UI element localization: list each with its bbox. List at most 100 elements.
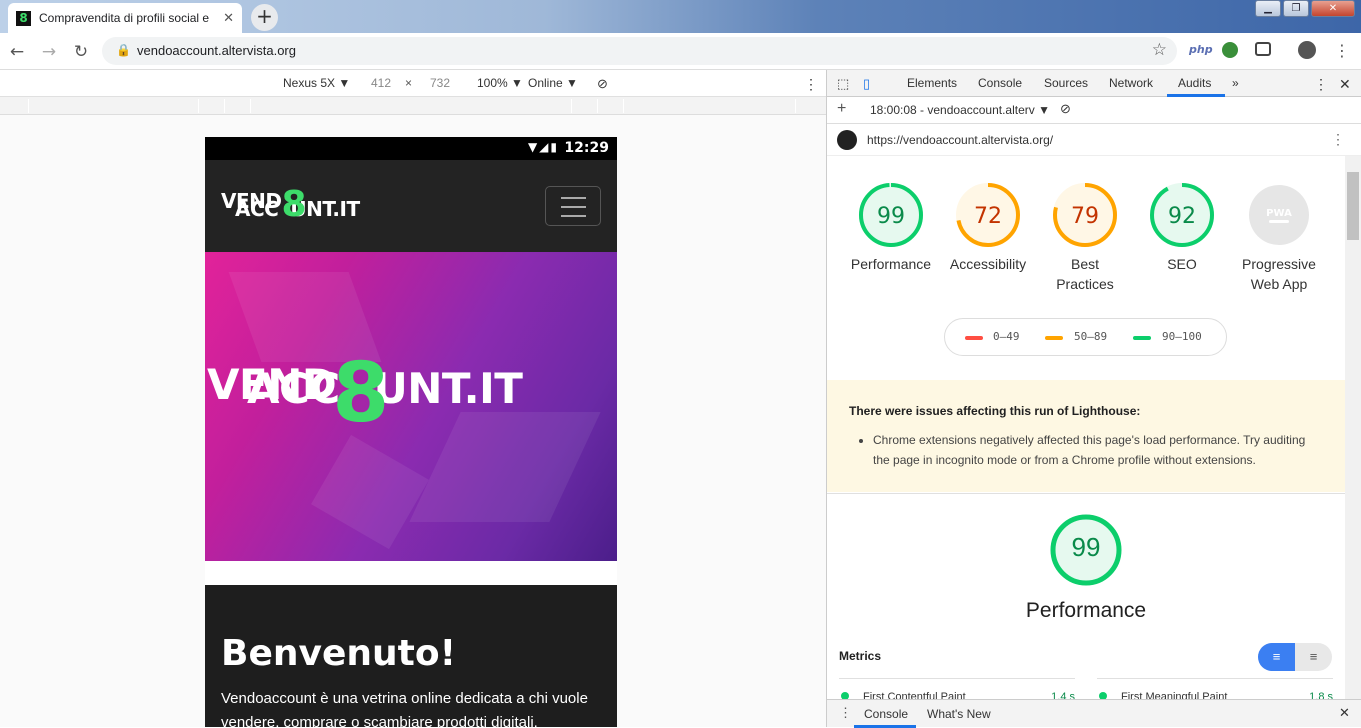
- zoom-select[interactable]: 100% ▼: [477, 76, 523, 90]
- more-tabs-icon[interactable]: »: [1232, 76, 1239, 90]
- close-devtools-icon[interactable]: ✕: [1339, 76, 1351, 93]
- tab-sources[interactable]: Sources: [1044, 76, 1088, 90]
- gauge-accessibility[interactable]: 72 Accessibility: [943, 182, 1033, 274]
- report-scrollbar[interactable]: [1345, 156, 1361, 699]
- site-navbar: VEND8 ACC UNT.IT: [205, 160, 617, 252]
- tab-title: Compravendita di profili social e: [39, 11, 210, 25]
- viewport-width[interactable]: 412: [371, 76, 391, 90]
- tab-audits[interactable]: Audits: [1178, 76, 1211, 90]
- phone-status-bar: ▼◢▮ 12:29: [205, 137, 617, 160]
- lighthouse-report: 99 Performance 72 Accessibility 79 Best Practi…: [827, 156, 1345, 699]
- audit-run-bar: + 18:00:08 - vendoaccount.alterv ▼ ⊘: [827, 97, 1361, 124]
- welcome-section: Benvenuto! Vendoaccount è una vetrina on…: [205, 585, 617, 727]
- device-select[interactable]: Nexus 5X ▼: [283, 76, 350, 90]
- hero-banner: VEND8 ACC UNT.IT: [205, 252, 617, 561]
- device-toggle-icon[interactable]: ▯: [863, 76, 870, 92]
- cast-extension-icon[interactable]: [1255, 42, 1271, 56]
- close-tab-icon[interactable]: ✕: [223, 11, 234, 26]
- metrics-view-toggle[interactable]: ≡ ≡: [1258, 643, 1332, 671]
- report-menu-icon[interactable]: ⋮: [1331, 131, 1345, 148]
- gauge-performance[interactable]: 99 Performance: [846, 182, 936, 274]
- tab-elements[interactable]: Elements: [907, 76, 957, 90]
- html-extension-icon[interactable]: [1222, 42, 1238, 58]
- browser-menu-icon[interactable]: ⋮: [1334, 41, 1350, 60]
- welcome-heading: Benvenuto!: [221, 633, 456, 674]
- gauge-progressive[interactable]: PWA Progressive Web App: [1234, 182, 1324, 294]
- gauge-label: Accessibility: [949, 256, 1027, 272]
- address-url: vendoaccount.altervista.org: [137, 43, 296, 58]
- gauge-label: Performance: [850, 256, 932, 272]
- phone-screen: ▼◢▮ 12:29 VEND8 ACC UNT.IT VEND8 ACC UNT.I…: [205, 137, 617, 727]
- metrics-title: Metrics: [839, 649, 882, 663]
- lighthouse-icon: [837, 130, 857, 150]
- gauge-score: 99: [877, 204, 905, 229]
- browser-toolbar: ← → ↻ 🔒 vendoaccount.altervista.org ☆ ph…: [0, 33, 1361, 70]
- performance-big-score: 99: [1071, 532, 1101, 562]
- favicon-icon: 8: [16, 10, 31, 26]
- gauge-score: 92: [1168, 204, 1196, 229]
- drawer-tab-whats-new[interactable]: What's New: [927, 707, 991, 721]
- drawer-menu-icon[interactable]: ⋮: [839, 705, 852, 721]
- network-throttle-select[interactable]: Online ▼: [528, 76, 578, 90]
- reload-icon[interactable]: ↻: [70, 41, 92, 63]
- gauge-ring: 92: [1150, 183, 1214, 247]
- gauge-best[interactable]: 79 Best Practices: [1040, 182, 1130, 294]
- rotate-icon[interactable]: ⊘: [597, 76, 608, 92]
- hero-logo: VEND8 ACC UNT.IT: [207, 346, 523, 441]
- hamburger-menu-button[interactable]: [545, 186, 601, 226]
- tab-console[interactable]: Console: [978, 76, 1022, 90]
- gauge-label: Progressive Web App: [1242, 256, 1316, 292]
- window-controls: ▁ ❐ ✕: [1255, 0, 1355, 17]
- new-audit-icon[interactable]: +: [837, 100, 846, 118]
- site-logo[interactable]: VEND8 ACC UNT.IT: [221, 182, 360, 223]
- gauge-score: PWA: [1266, 208, 1292, 219]
- performance-big-label: Performance: [1025, 599, 1147, 622]
- profile-avatar-icon[interactable]: [1298, 41, 1316, 59]
- minimize-icon[interactable]: ▁: [1255, 0, 1281, 17]
- gauge-ring: PWA: [1249, 185, 1309, 245]
- warning-title: There were issues affecting this run of …: [849, 404, 1141, 418]
- gauge-label: SEO: [1167, 256, 1197, 272]
- viewport-height[interactable]: 732: [430, 76, 450, 90]
- gauge-score: 79: [1071, 204, 1099, 229]
- report-url-bar: https://vendoaccount.altervista.org/ ⋮: [827, 124, 1361, 156]
- device-menu-icon[interactable]: ⋮: [804, 76, 818, 93]
- lighthouse-warning: There were issues affecting this run of …: [827, 380, 1345, 492]
- inspect-element-icon[interactable]: ⬚: [837, 76, 849, 92]
- score-legend: 0–49 50–89 90–100: [944, 318, 1227, 356]
- close-drawer-icon[interactable]: ✕: [1339, 705, 1350, 721]
- bookmark-star-icon[interactable]: ☆: [1152, 40, 1167, 60]
- maximize-icon[interactable]: ❐: [1283, 0, 1309, 17]
- devtools-drawer: ⋮ Console What's New ✕: [827, 699, 1361, 728]
- warning-item: Chrome extensions negatively affected th…: [873, 430, 1313, 470]
- back-icon[interactable]: ←: [6, 41, 28, 63]
- legend-average: 50–89: [1074, 330, 1108, 343]
- lock-icon: 🔒: [116, 43, 131, 57]
- gauge-label: Best Practices: [1056, 256, 1114, 292]
- gauge-ring: 99: [859, 183, 923, 247]
- gauge-ring: 79: [1053, 183, 1117, 247]
- tab-network[interactable]: Network: [1109, 76, 1153, 90]
- gauge-score: 72: [974, 204, 1002, 229]
- browser-tab[interactable]: 8 Compravendita di profili social e ✕: [8, 3, 242, 33]
- legend-pass: 90–100: [1162, 330, 1202, 343]
- metrics-list-view-icon[interactable]: ≡: [1258, 643, 1295, 671]
- device-toolbar: Nexus 5X ▼ 412 × 732 100% ▼ Online ▼ ⊘ ⋮: [0, 70, 826, 97]
- metrics-detail-view-icon[interactable]: ≡: [1295, 643, 1332, 671]
- new-tab-button[interactable]: +: [251, 4, 278, 31]
- report-url[interactable]: https://vendoaccount.altervista.org/: [867, 133, 1053, 147]
- legend-fail: 0–49: [993, 330, 1020, 343]
- gauge-seo[interactable]: 92 SEO: [1137, 182, 1227, 274]
- devtools-menu-icon[interactable]: ⋮: [1314, 76, 1328, 93]
- forward-icon[interactable]: →: [38, 41, 60, 63]
- audit-run-select[interactable]: 18:00:08 - vendoaccount.alterv ▼: [870, 103, 1050, 117]
- metric-fcp: First Contentful Paint 1.4 s: [841, 691, 1075, 699]
- window-titlebar: 8 Compravendita di profili social e ✕ + …: [0, 0, 1361, 33]
- clear-audits-icon[interactable]: ⊘: [1060, 101, 1071, 117]
- drawer-tab-console[interactable]: Console: [864, 707, 908, 721]
- close-window-icon[interactable]: ✕: [1311, 0, 1355, 17]
- address-bar[interactable]: 🔒 vendoaccount.altervista.org ☆: [102, 37, 1177, 65]
- php-extension-icon[interactable]: php: [1189, 43, 1213, 56]
- wifi-signal-battery-icon: ▼◢▮: [527, 140, 559, 154]
- dimension-separator: ×: [405, 76, 413, 90]
